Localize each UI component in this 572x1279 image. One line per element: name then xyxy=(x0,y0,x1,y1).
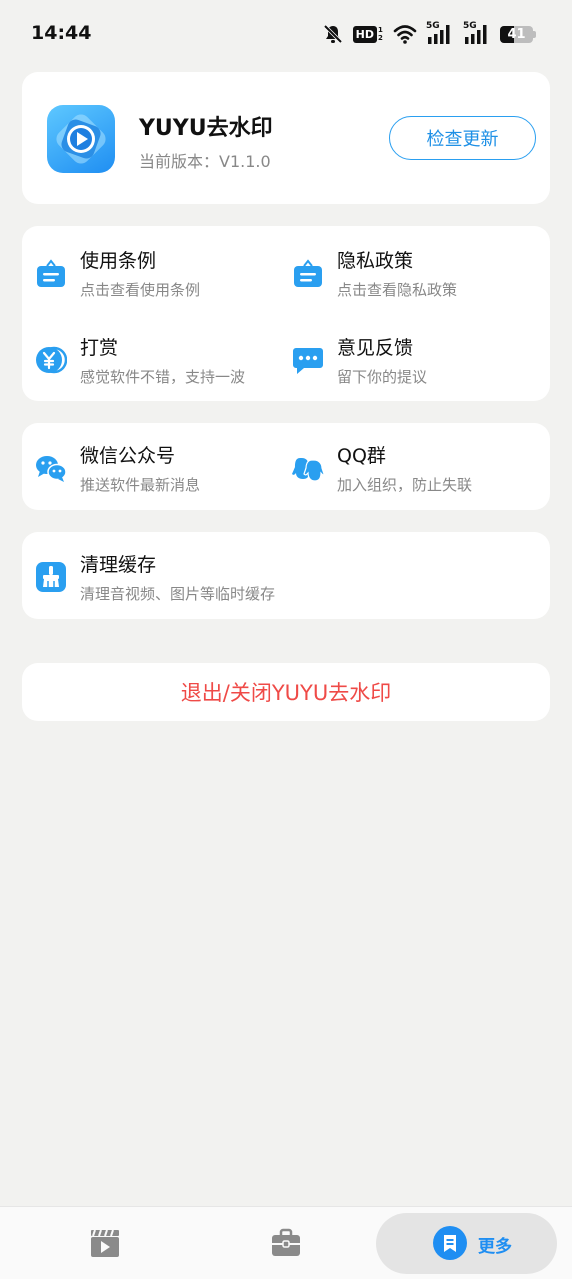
menu-item-title: 打赏 xyxy=(80,337,119,359)
menu-item-privacy[interactable]: 隐私政策 点击查看隐私政策 xyxy=(279,242,529,312)
status-time: 14:44 xyxy=(31,22,92,44)
menu-item-wechat[interactable]: 微信公众号 推送软件最新消息 xyxy=(22,437,272,507)
document-bag-icon xyxy=(294,259,322,287)
broom-icon xyxy=(36,562,66,592)
menu-item-title: 使用条例 xyxy=(80,250,157,272)
app-logo-icon xyxy=(47,105,115,173)
bell-off-icon xyxy=(323,24,342,44)
chat-bubble-icon xyxy=(293,348,323,374)
menu-item-qq-group[interactable]: QQ群 加入组织，防止失联 xyxy=(279,437,529,507)
menu-item-subtitle: 加入组织，防止失联 xyxy=(337,476,473,494)
exit-app-button[interactable]: 退出/关闭YUYU去水印 xyxy=(22,663,550,721)
video-clapper-icon[interactable] xyxy=(89,1227,121,1259)
wechat-icon xyxy=(36,456,67,482)
menu-item-subtitle: 清理音视频、图片等临时缓存 xyxy=(80,585,276,603)
status-icons: HD 1 2 5G 5G 41 xyxy=(322,21,536,46)
menu-item-subtitle: 点击查看隐私政策 xyxy=(337,281,458,299)
menu-item-title: 微信公众号 xyxy=(80,445,176,467)
app-version: 当前版本：V1.1.0 xyxy=(139,152,271,171)
menu-item-clear-cache[interactable]: 清理缓存 清理音视频、图片等临时缓存 xyxy=(22,546,422,616)
document-bag-icon xyxy=(37,259,65,287)
menu-item-terms[interactable]: 使用条例 点击查看使用条例 xyxy=(22,242,272,312)
cache-card: 清理缓存 清理音视频、图片等临时缓存 xyxy=(22,532,550,619)
menu-item-title: QQ群 xyxy=(337,445,386,467)
signal-5g-icon: 5G xyxy=(463,21,491,45)
more-document-icon xyxy=(433,1226,467,1260)
qq-group-icon xyxy=(292,458,324,482)
toolbox-icon[interactable] xyxy=(270,1227,302,1259)
menu-item-subtitle: 推送软件最新消息 xyxy=(80,476,201,494)
menu-item-subtitle: 点击查看使用条例 xyxy=(80,281,201,299)
menu-item-title: 清理缓存 xyxy=(80,554,157,576)
menu-card: 使用条例 点击查看使用条例 隐私政策 点击查看隐私政策 打赏 感觉软件不错，支持… xyxy=(22,226,550,401)
app-name: YUYU去水印 xyxy=(139,116,273,141)
menu-item-title: 意见反馈 xyxy=(337,337,414,359)
nav-more-label: 更多 xyxy=(478,1237,512,1257)
menu-item-subtitle: 感觉软件不错，支持一波 xyxy=(80,368,246,386)
menu-item-donate[interactable]: 打赏 感觉软件不错，支持一波 xyxy=(22,329,272,399)
app-info-card: YUYU去水印 当前版本：V1.1.0 检查更新 xyxy=(22,72,550,204)
nav-more-tab[interactable]: 更多 xyxy=(376,1213,557,1274)
menu-item-feedback[interactable]: 意见反馈 留下你的提议 xyxy=(279,329,529,399)
menu-item-title: 隐私政策 xyxy=(337,250,414,272)
social-card: 微信公众号 推送软件最新消息 QQ群 加入组织，防止失联 xyxy=(22,423,550,510)
bottom-nav: 更多 xyxy=(0,1206,572,1279)
battery-icon: 41 xyxy=(500,24,536,44)
wifi-icon xyxy=(393,25,417,44)
battery-level: 41 xyxy=(507,27,526,42)
menu-item-subtitle: 留下你的提议 xyxy=(337,368,428,386)
yuan-coin-icon xyxy=(36,346,67,374)
check-update-button[interactable]: 检查更新 xyxy=(389,116,536,160)
hd-icon: HD 1 2 xyxy=(352,25,384,43)
status-bar: 14:44 HD 1 2 5G 5G 41 xyxy=(0,0,572,68)
signal-5g-icon: 5G xyxy=(426,21,454,45)
